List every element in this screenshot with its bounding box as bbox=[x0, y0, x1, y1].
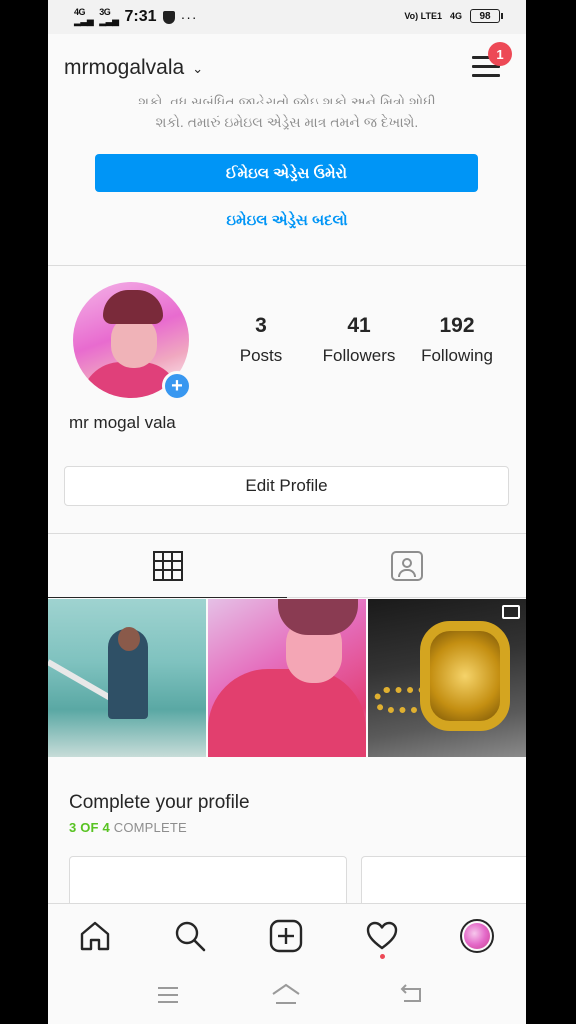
clock: 7:31 bbox=[124, 8, 157, 25]
post-thumbnail[interactable] bbox=[208, 599, 366, 757]
username: mrmogalvala bbox=[64, 56, 185, 79]
progress-count: 3 OF 4 bbox=[69, 820, 110, 835]
multi-photo-icon bbox=[502, 605, 520, 619]
profile-header: mrmogalvala ⌄ 1 bbox=[48, 34, 526, 94]
more-notifications-icon: ··· bbox=[180, 9, 198, 25]
change-email-link[interactable]: ઇમેઇલ એડ્રેસ બદલો bbox=[48, 212, 526, 229]
followers-label: Followers bbox=[322, 346, 396, 365]
chevron-down-icon: ⌄ bbox=[192, 61, 204, 76]
profile-tabs bbox=[48, 533, 526, 598]
following-stat[interactable]: 192 Following bbox=[412, 314, 502, 366]
posts-label: Posts bbox=[239, 346, 283, 365]
battery-level: 98 bbox=[479, 10, 491, 22]
bottom-navigation bbox=[48, 903, 526, 967]
profile-avatar[interactable]: + bbox=[73, 282, 192, 401]
network-indicator: 4G bbox=[449, 11, 462, 21]
email-banner-text: શકો, વધુ સબંધિત જાહેરાતો જોઇ શકો અને મિત… bbox=[88, 94, 486, 134]
banner-line-1: શકો, વધુ સબંધિત જાહેરાતો જોઇ શકો અને મિત… bbox=[138, 94, 436, 104]
posts-count: 3 bbox=[255, 314, 267, 337]
menu-icon[interactable] bbox=[156, 985, 180, 1005]
nav-search[interactable] bbox=[172, 918, 208, 954]
nav-profile[interactable] bbox=[459, 918, 495, 954]
photo-grid bbox=[48, 599, 526, 757]
followers-stat[interactable]: 41 Followers bbox=[314, 314, 404, 366]
back-icon[interactable] bbox=[398, 983, 424, 1005]
account-switcher[interactable]: mrmogalvala ⌄ bbox=[64, 56, 203, 80]
complete-profile-title: Complete your profile bbox=[69, 792, 250, 813]
tab-tagged[interactable] bbox=[287, 534, 526, 598]
nav-home[interactable] bbox=[77, 918, 113, 954]
followers-count: 41 bbox=[347, 314, 371, 337]
search-icon bbox=[175, 921, 206, 952]
following-count: 192 bbox=[439, 314, 475, 337]
complete-profile-progress: 3 OF 4 COMPLETE bbox=[69, 820, 187, 835]
banner-line-2: શકો. તમારું ઇમેઇલ એડ્રેસ માત્ર તમને જ દે… bbox=[155, 114, 419, 130]
network-type: 4G bbox=[74, 7, 86, 17]
home-button-icon[interactable] bbox=[270, 981, 302, 1007]
following-label: Following bbox=[421, 346, 493, 365]
heart-icon bbox=[366, 921, 398, 950]
signal-icon-2: 3G ▂▃▅ bbox=[99, 7, 119, 26]
add-story-button[interactable]: + bbox=[162, 371, 192, 401]
notification-badge: 1 bbox=[488, 42, 512, 66]
home-icon bbox=[80, 921, 110, 951]
grid-icon bbox=[152, 550, 183, 581]
add-email-button[interactable]: ઈમેઇલ એડ્રેસ ઉમેરો bbox=[95, 154, 478, 192]
tagged-person-icon bbox=[390, 550, 423, 581]
nav-new-post[interactable] bbox=[268, 918, 304, 954]
nav-activity[interactable] bbox=[364, 918, 400, 954]
display-name: mr mogal vala bbox=[69, 413, 176, 432]
system-navigation-bar bbox=[48, 967, 526, 1024]
shield-icon bbox=[162, 10, 175, 24]
tab-grid[interactable] bbox=[48, 534, 287, 598]
volte-indicator: Vo) LTE1 bbox=[404, 11, 442, 21]
avatar bbox=[460, 919, 494, 953]
network-type-2: 3G bbox=[99, 7, 111, 17]
plus-square-icon bbox=[269, 919, 303, 953]
edit-profile-button[interactable]: Edit Profile bbox=[64, 466, 509, 506]
progress-suffix: COMPLETE bbox=[109, 820, 187, 835]
signal-icon: 4G ▂▃▅ bbox=[74, 7, 94, 26]
battery-icon: 98 bbox=[470, 9, 503, 23]
posts-stat[interactable]: 3 Posts bbox=[226, 314, 296, 366]
activity-indicator-dot bbox=[380, 954, 385, 959]
phone-screen: 4G ▂▃▅ 3G ▂▃▅ 7:31 ··· Vo) LTE1 4G 98 mrmo… bbox=[48, 0, 526, 1024]
email-banner: શકો, વધુ સબંધિત જાહેરાતો જોઇ શકો અને મિત… bbox=[48, 94, 526, 266]
post-thumbnail[interactable] bbox=[48, 599, 206, 757]
status-bar: 4G ▂▃▅ 3G ▂▃▅ 7:31 ··· Vo) LTE1 4G 98 bbox=[48, 0, 526, 34]
post-thumbnail[interactable] bbox=[368, 599, 526, 757]
